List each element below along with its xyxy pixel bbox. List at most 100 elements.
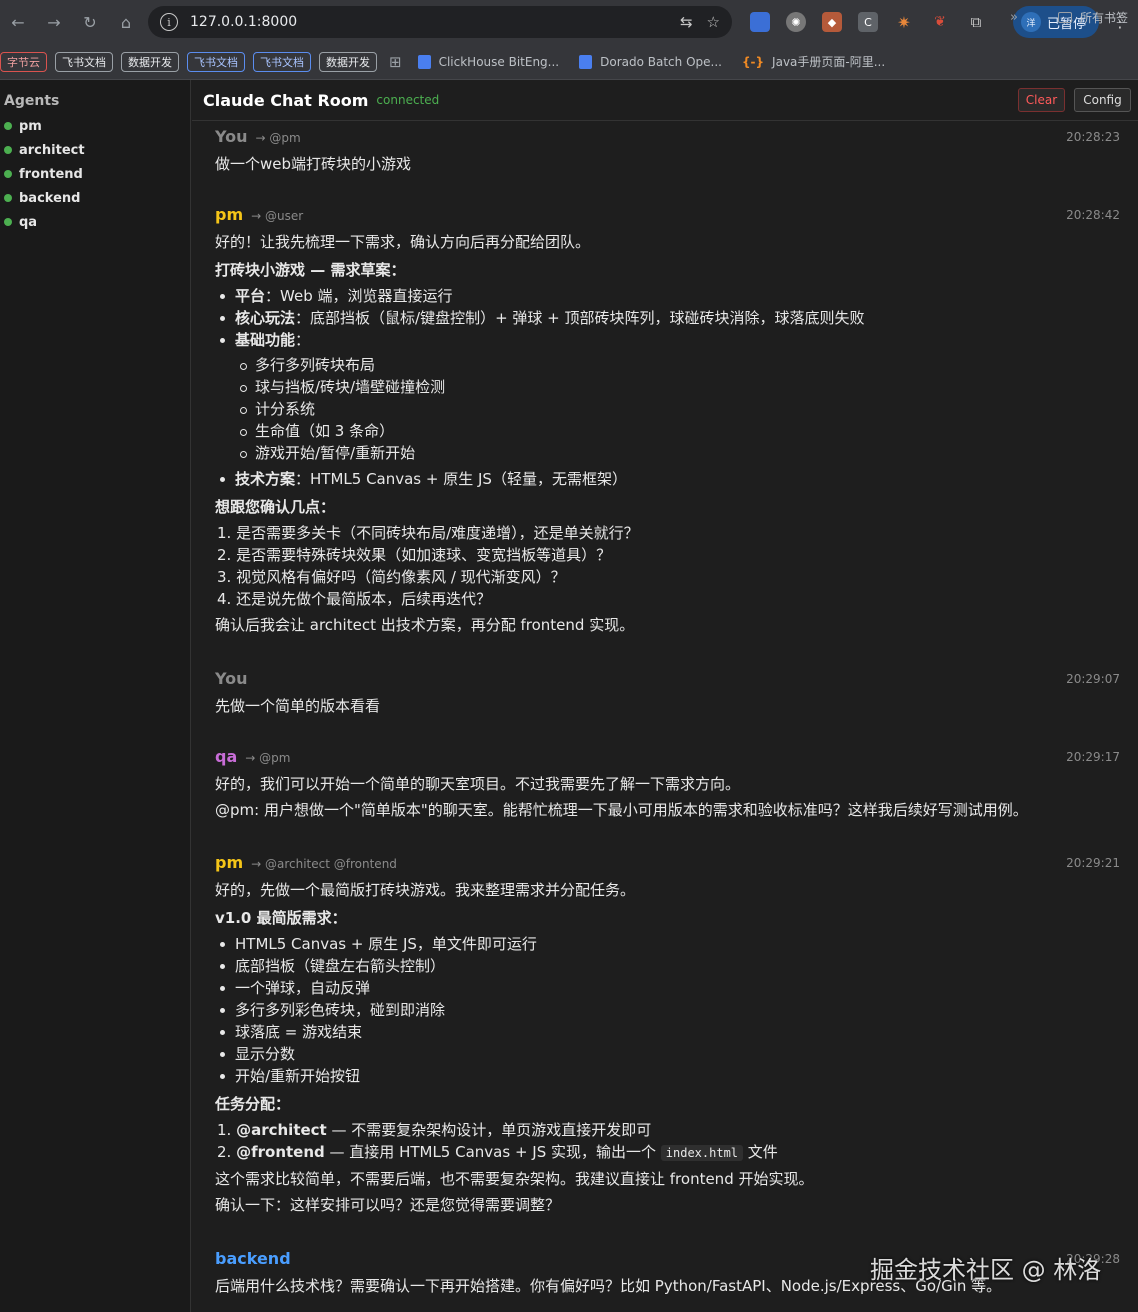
list-item: 技术方案：HTML5 Canvas + 原生 JS（轻量，无需框架） [215,468,1120,490]
message-sender: You [215,127,248,146]
online-status-icon [4,122,12,130]
message-time: 20:29:17 [1066,750,1120,764]
message-time: 20:28:42 [1066,208,1120,222]
bookmarks-bar: 字节云 飞书文档 数据开发 飞书文档 飞书文档 数据开发 ⊞ ClickHous… [0,44,1138,80]
online-status-icon [4,218,12,226]
bookmark-chip[interactable]: 数据开发 [319,51,377,72]
chat-message: pm → @user 20:28:42 好的！让我先梳理一下需求，确认方向后再分… [215,205,1120,636]
extensions-puzzle-icon[interactable]: ⧉ [966,12,986,32]
agents-sidebar: Agents pm architect frontend backend qa [0,80,191,1312]
list-item: 核心玩法：底部挡板（鼠标/键盘控制）+ 弹球 + 顶部砖块阵列，球碰砖块消除，球… [215,307,1120,329]
list-item: 球落底 = 游戏结束 [215,1021,1120,1043]
page-title: Claude Chat Room [203,90,369,110]
list-item: 2. 是否需要特殊砖块效果（如加速球、变宽挡板等道具）？ [217,546,612,564]
message-sender: You [215,669,248,688]
clear-button[interactable]: Clear [1018,88,1065,112]
more-bookmarks-icon[interactable]: » [1010,10,1018,25]
message-text: @pm: 用户想做一个"简单版本"的聊天室。能帮忙梳理一下最小可用版本的需求和验… [215,801,1028,819]
agent-item-backend[interactable]: backend [0,186,190,210]
message-time: 20:29:07 [1066,672,1120,686]
list-item: HTML5 Canvas + 原生 JS，单文件即可运行 [215,933,1120,955]
list-item: 4. 还是说先做个最简版本，后续再迭代？ [217,590,492,608]
list-item: 计分系统 [235,398,1120,420]
bookmark-chip[interactable]: 飞书文档 [253,51,311,72]
star-icon[interactable]: ☆ [707,13,720,31]
online-status-icon [4,194,12,202]
url-text[interactable]: 127.0.0.1:8000 [190,14,666,30]
message-sender: qa [215,747,238,766]
list-item: 多行多列彩色砖块，碰到即消除 [215,999,1120,1021]
message-text: 做一个web端打砖块的小游戏 [215,155,412,173]
chat-message: pm → @architect @frontend 20:29:21 好的，先做… [215,853,1120,1216]
list-item: 2. @frontend — 直接用 HTML5 Canvas + JS 实现，… [217,1143,778,1161]
forward-icon[interactable]: → [36,0,72,44]
translate-icon[interactable]: ⇆ [680,13,693,31]
extension-screen-icon[interactable] [750,12,770,32]
agent-item-pm[interactable]: pm [0,114,190,138]
list-item: 游戏开始/暂停/重新开始 [235,442,1120,464]
online-status-icon [4,170,12,178]
agent-item-qa[interactable]: qa [0,210,190,234]
bookmark-link[interactable]: ClickHouse BitEng... [417,54,559,69]
message-sender: backend [215,1249,291,1268]
list-item: 显示分数 [215,1043,1120,1065]
doc-icon [579,54,593,69]
message-recipient: → @pm [255,131,301,145]
folder-icon [1058,12,1072,23]
message-time: 20:28:23 [1066,130,1120,144]
extension-fox-icon[interactable]: ◆ [822,12,842,32]
apps-grid-icon[interactable]: ⊞ [389,53,402,71]
doc-icon [417,54,431,69]
message-time: 20:29:21 [1066,856,1120,870]
chat-header: Claude Chat Room connected Clear Config [192,80,1138,121]
message-text: 好的！让我先梳理一下需求，确认方向后再分配给团队。 [215,233,591,251]
list-item: 多行多列砖块布局 [235,354,1120,376]
home-icon[interactable]: ⌂ [108,0,144,44]
message-sender: pm [215,853,244,872]
profile-avatar: 洋 [1021,12,1041,32]
list-item: 1. 是否需要多关卡（不同砖块布局/难度递增），还是单关就行？ [217,524,639,542]
extension-burst-icon[interactable]: ✷ [894,12,914,32]
message-text: 好的，先做一个最简版打砖块游戏。我来整理需求并分配任务。 [215,881,636,899]
bookmark-chip[interactable]: 飞书文档 [187,51,245,72]
extension-openai-icon[interactable]: ✺ [786,12,806,32]
bookmark-chip[interactable]: 字节云 [0,51,47,72]
online-status-icon [4,146,12,154]
list-item: 基础功能： [215,329,1120,351]
all-bookmarks-button[interactable]: 所有书签 [1058,9,1128,26]
code-icon: {-} [741,54,765,69]
message-list[interactable]: You → @pm 20:28:23 做一个web端打砖块的小游戏 pm → @… [192,121,1138,1312]
list-item: 生命值（如 3 条命） [235,420,1120,442]
address-bar[interactable]: i 127.0.0.1:8000 ⇆ ☆ [148,6,732,38]
reload-icon[interactable]: ↻ [72,0,108,44]
chat-message: You → @pm 20:28:23 做一个web端打砖块的小游戏 [215,127,1120,175]
extension-leaf-icon[interactable]: ❦ [930,12,950,32]
connection-status: connected [376,93,440,107]
extension-c-icon[interactable]: C [858,12,878,32]
chat-message: qa → @pm 20:29:17 好的，我们可以开始一个简单的聊天室项目。不过… [215,747,1120,821]
bookmark-chip[interactable]: 飞书文档 [55,51,113,72]
message-heading: 任务分配： [215,1095,291,1113]
list-item: 3. 视觉风格有偏好吗（简约像素风 / 现代渐变风）？ [217,568,566,586]
agent-item-architect[interactable]: architect [0,138,190,162]
code-snippet: index.html [660,1145,744,1161]
list-item: 底部挡板（键盘左右箭头控制） [215,955,1120,977]
chat-main: Claude Chat Room connected Clear Config … [192,80,1138,1312]
message-text: 确认后我会让 architect 出技术方案，再分配 frontend 实现。 [215,616,635,634]
list-item: 球与挡板/砖块/墙壁碰撞检测 [235,376,1120,398]
message-text: 这个需求比较简单，不需要后端，也不需要复杂架构。我建议直接让 frontend … [215,1170,814,1188]
bookmark-chip[interactable]: 数据开发 [121,51,179,72]
sidebar-title: Agents [4,93,60,109]
agent-item-frontend[interactable]: frontend [0,162,190,186]
list-item: 1. @architect — 不需要复杂架构设计，单页游戏直接开发即可 [217,1121,652,1139]
message-heading: v1.0 最简版需求： [215,909,347,927]
message-recipient: → @user [251,209,304,223]
config-button[interactable]: Config [1074,88,1131,112]
back-icon[interactable]: ← [0,0,36,44]
message-heading: 打砖块小游戏 — 需求草案： [215,261,406,279]
site-info-icon[interactable]: i [160,13,178,31]
bookmark-link[interactable]: {-} Java手册页面-阿里... [742,53,885,70]
bookmark-link[interactable]: Dorado Batch Ope... [579,54,722,69]
message-text: 好的，我们可以开始一个简单的聊天室项目。不过我需要先了解一下需求方向。 [215,775,741,793]
message-sender: pm [215,205,244,224]
